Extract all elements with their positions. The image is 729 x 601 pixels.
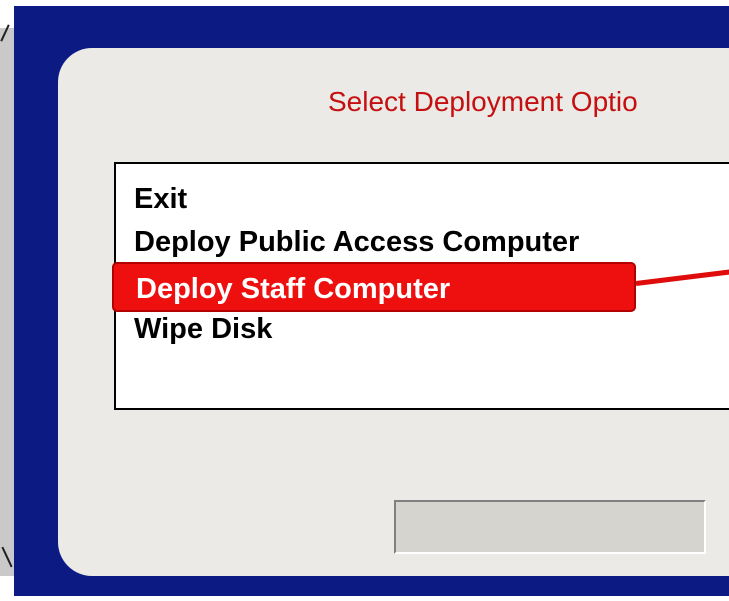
option-exit[interactable]: Exit (134, 182, 187, 216)
option-deploy-staff-computer[interactable]: Deploy Staff Computer (112, 262, 636, 312)
dialog-button[interactable] (394, 500, 706, 554)
outer-frame: Select Deployment Optio Exit Deploy Publ… (14, 6, 729, 596)
option-deploy-public-access-computer[interactable]: Deploy Public Access Computer (134, 225, 579, 259)
dialog-title: Select Deployment Optio (328, 86, 638, 117)
deployment-options-list[interactable]: Exit Deploy Public Access Computer Deplo… (112, 162, 729, 410)
screen: Select Deployment Optio Exit Deploy Publ… (0, 0, 729, 601)
deployment-dialog: Select Deployment Optio Exit Deploy Publ… (58, 48, 729, 576)
option-wipe-disk[interactable]: Wipe Disk (134, 312, 272, 346)
callout-pointer-line (635, 254, 729, 286)
